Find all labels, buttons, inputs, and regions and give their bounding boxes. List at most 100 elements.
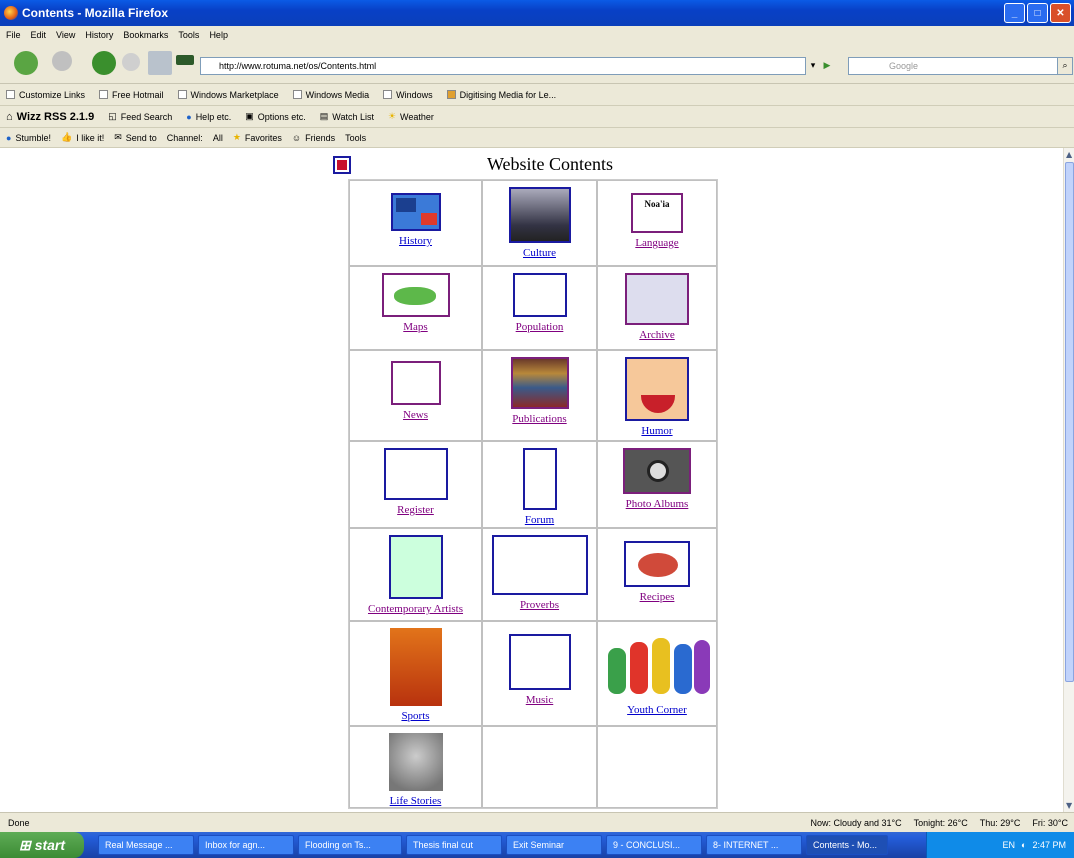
- food-icon[interactable]: [624, 541, 690, 587]
- menu-tools[interactable]: Tools: [178, 30, 199, 40]
- archive-building-icon[interactable]: [625, 273, 689, 325]
- tray-icon[interactable]: ◐: [1021, 840, 1026, 850]
- history-dropdown-icon[interactable]: ▾: [806, 58, 820, 74]
- menu-history[interactable]: History: [85, 30, 113, 40]
- maximize-button[interactable]: □: [1027, 3, 1048, 23]
- proverbs-link[interactable]: Proverbs: [520, 599, 559, 611]
- stop-button-icon[interactable]: [122, 53, 140, 71]
- bookmark-item[interactable]: Free Hotmail: [99, 90, 164, 100]
- scroll-up-icon[interactable]: ▲: [1066, 150, 1072, 159]
- proverbs-drawing-icon[interactable]: [491, 535, 588, 595]
- reload-button-icon[interactable]: [92, 51, 116, 75]
- kids-icon[interactable]: [602, 628, 712, 700]
- scrollbar-thumb[interactable]: [1065, 162, 1074, 682]
- taskbar-button-active[interactable]: Contents - Mo...: [806, 835, 888, 855]
- minimize-button[interactable]: _: [1004, 3, 1025, 23]
- all-button[interactable]: All: [213, 133, 223, 143]
- books-icon[interactable]: [510, 357, 569, 409]
- artist-icon[interactable]: [388, 535, 443, 599]
- wizz-weather[interactable]: ☀ Weather: [388, 111, 434, 122]
- archive-link[interactable]: Archive: [639, 329, 674, 341]
- bookmark-item[interactable]: Windows Media: [292, 90, 369, 100]
- culture-photo-icon[interactable]: [508, 187, 571, 243]
- cell-history: History: [349, 180, 482, 266]
- map-icon[interactable]: [381, 273, 450, 317]
- culture-link[interactable]: Culture: [523, 247, 556, 259]
- window-titlebar[interactable]: Contents - Mozilla Firefox _ □ ✕: [0, 0, 1074, 26]
- youth-corner-link[interactable]: Youth Corner: [627, 704, 687, 716]
- runner-icon[interactable]: [389, 628, 442, 706]
- camera-icon[interactable]: [623, 448, 691, 494]
- weather-fri[interactable]: Fri: 30°C: [1032, 818, 1068, 828]
- tools-button[interactable]: Tools: [345, 133, 366, 143]
- register-book-icon[interactable]: [383, 448, 448, 500]
- bookmark-item[interactable]: Digitising Media for Le...: [446, 90, 556, 100]
- weather-thu[interactable]: Thu: 29°C: [980, 818, 1021, 828]
- menu-file[interactable]: File: [6, 30, 21, 40]
- forward-button-icon[interactable]: [52, 51, 72, 71]
- friends-button[interactable]: ☺ Friends: [292, 133, 335, 143]
- language-link[interactable]: Language: [635, 237, 678, 249]
- maps-link[interactable]: Maps: [403, 321, 427, 333]
- home-button-icon[interactable]: [148, 51, 172, 75]
- population-link[interactable]: Population: [516, 321, 564, 333]
- publications-link[interactable]: Publications: [512, 413, 566, 425]
- bookmark-item[interactable]: Windows: [383, 90, 433, 100]
- news-link[interactable]: News: [403, 409, 428, 421]
- menu-bookmarks[interactable]: Bookmarks: [123, 30, 168, 40]
- address-bar[interactable]: http://www.rotuma.net/os/Contents.html: [200, 57, 806, 75]
- back-button-icon[interactable]: [14, 51, 38, 75]
- forum-door-icon[interactable]: [522, 448, 557, 510]
- laughing-face-icon[interactable]: [625, 357, 689, 421]
- weather-tonight[interactable]: Tonight: 26°C: [914, 818, 968, 828]
- news-icon[interactable]: [390, 361, 441, 405]
- menu-view[interactable]: View: [56, 30, 75, 40]
- search-input[interactable]: Google: [848, 57, 1058, 75]
- humor-link[interactable]: Humor: [641, 425, 672, 437]
- photo-albums-link[interactable]: Photo Albums: [626, 498, 689, 510]
- stumble-button[interactable]: ● Stumble!: [6, 133, 51, 143]
- wizz-options[interactable]: ▣ Options etc.: [245, 111, 306, 122]
- search-button-icon[interactable]: ⌕: [1057, 57, 1073, 75]
- bookmark-item[interactable]: Windows Marketplace: [177, 90, 279, 100]
- start-button[interactable]: ⊞ start: [0, 832, 84, 858]
- taskbar-button[interactable]: 9 - CONCLUSI...: [606, 835, 702, 855]
- language-indicator[interactable]: EN: [1003, 840, 1016, 850]
- wizz-help[interactable]: ● Help etc.: [186, 112, 231, 122]
- portrait-icon[interactable]: [388, 733, 443, 791]
- forum-link[interactable]: Forum: [525, 514, 554, 526]
- flags-icon[interactable]: [390, 193, 441, 231]
- go-arrow-icon[interactable]: ▶: [820, 58, 834, 74]
- leaf-icon[interactable]: [176, 55, 194, 65]
- wizz-rss-title[interactable]: ⌂ Wizz RSS 2.1.9: [6, 111, 94, 123]
- bookmark-item[interactable]: Customize Links: [6, 90, 85, 100]
- taskbar-button[interactable]: Real Message ...: [98, 835, 194, 855]
- scroll-down-icon[interactable]: ▼: [1066, 801, 1072, 810]
- taskbar-button[interactable]: 8- INTERNET ...: [706, 835, 802, 855]
- music-icon[interactable]: [508, 634, 571, 690]
- wizz-feed-search[interactable]: ◱ Feed Search: [108, 111, 172, 122]
- music-link[interactable]: Music: [526, 694, 554, 706]
- life-stories-link[interactable]: Life Stories: [390, 795, 442, 807]
- wizz-watch-list[interactable]: ▤ Watch List: [320, 111, 374, 122]
- vertical-scrollbar[interactable]: ▲ ▼: [1063, 148, 1074, 812]
- speech-bubble-icon[interactable]: Noa'ia: [631, 193, 683, 233]
- register-link[interactable]: Register: [397, 504, 434, 516]
- taskbar-button[interactable]: Exit Seminar: [506, 835, 602, 855]
- history-link[interactable]: History: [399, 235, 432, 247]
- favorites-button[interactable]: ★ Favorites: [233, 132, 282, 143]
- taskbar-button[interactable]: Flooding on Ts...: [298, 835, 402, 855]
- like-button[interactable]: 👍 I like it!: [61, 132, 104, 143]
- home-link-icon[interactable]: [333, 156, 351, 174]
- recipes-link[interactable]: Recipes: [640, 591, 675, 603]
- people-icon[interactable]: [512, 273, 567, 317]
- close-button[interactable]: ✕: [1050, 3, 1071, 23]
- taskbar-button[interactable]: Inbox for agn...: [198, 835, 294, 855]
- menu-edit[interactable]: Edit: [31, 30, 47, 40]
- send-to-button[interactable]: ✉ Send to: [114, 132, 157, 143]
- taskbar-button[interactable]: Thesis final cut: [406, 835, 502, 855]
- contemporary-artists-link[interactable]: Contemporary Artists: [368, 603, 463, 615]
- weather-now[interactable]: Now: Cloudy and 31°C: [810, 818, 901, 828]
- sports-link[interactable]: Sports: [401, 710, 429, 722]
- menu-help[interactable]: Help: [209, 30, 228, 40]
